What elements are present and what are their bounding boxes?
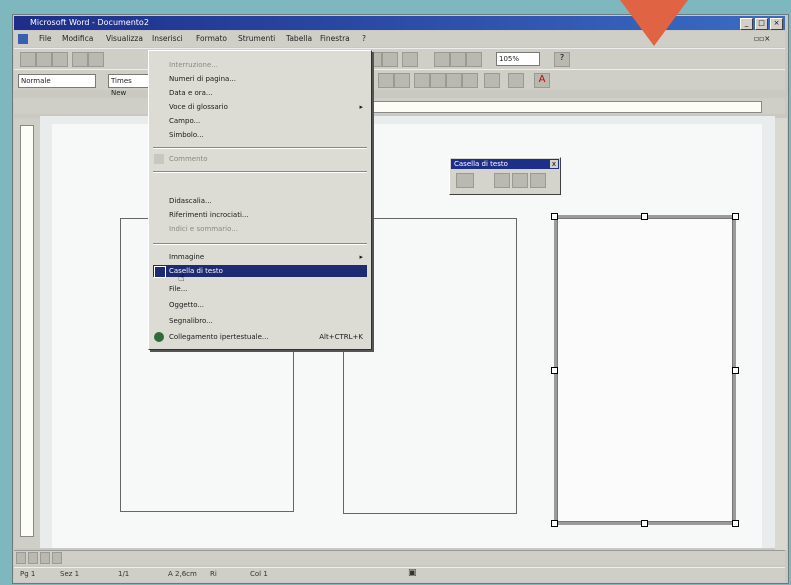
submenu-arrow-icon: ▸	[359, 103, 363, 111]
resize-handle[interactable]	[732, 367, 739, 374]
status-section: Sez 1	[60, 570, 80, 578]
align-justify-icon[interactable]	[394, 73, 410, 88]
menu-separator	[153, 147, 367, 149]
menu-item-oggetto[interactable]: Oggetto...	[153, 299, 367, 311]
globe-link-icon	[154, 332, 164, 342]
vertical-scrollbar[interactable]	[775, 118, 787, 550]
menu-separator	[153, 171, 367, 173]
font-select[interactable]: Times New	[108, 74, 150, 97]
menu-formato[interactable]: Formato	[196, 34, 227, 43]
menu-item-casella-testo[interactable]: Casella di testo	[153, 265, 367, 278]
pilcrow-icon[interactable]	[466, 52, 482, 67]
text-box-selected[interactable]	[554, 215, 736, 525]
standard-toolbar: 105% ?	[14, 48, 785, 69]
menu-item-data-ora[interactable]: Data e ora...	[153, 87, 367, 99]
menu-strumenti[interactable]: Strumenti	[238, 34, 275, 43]
menu-item-campo[interactable]: Campo...	[153, 115, 367, 127]
status-position: A 2,6cm	[168, 570, 197, 578]
previous-text-box-icon[interactable]	[512, 173, 528, 188]
menu-item-file[interactable]: File...	[153, 283, 367, 295]
style-select[interactable]: Normale	[18, 74, 96, 88]
menu-modifica[interactable]: Modifica	[62, 34, 93, 43]
menu-item-interruzione[interactable]: Interruzione...	[153, 59, 367, 71]
spelling-status-icon[interactable]: ▣	[408, 568, 417, 578]
document-icon[interactable]	[18, 34, 28, 44]
menu-item-immagine[interactable]: Immagine ▸	[153, 251, 367, 263]
maximize-button[interactable]: □	[755, 18, 768, 30]
document-map-icon[interactable]	[434, 52, 450, 67]
numbering-icon[interactable]	[414, 73, 430, 88]
resize-handle[interactable]	[641, 520, 648, 527]
menu-item-simbolo[interactable]: Simbolo...	[153, 129, 367, 141]
status-line: Ri	[210, 570, 217, 578]
menu-item-voce-glossario[interactable]: Voce di glossario ▸	[153, 101, 367, 113]
menu-finestra[interactable]: Finestra	[320, 34, 350, 43]
menu-separator	[153, 243, 367, 245]
status-page: Pg 1	[20, 570, 36, 578]
resize-handle[interactable]	[732, 520, 739, 527]
border-icon[interactable]	[484, 73, 500, 88]
status-pages: 1/1	[118, 570, 130, 578]
next-text-box-icon[interactable]	[530, 173, 546, 188]
print-icon[interactable]	[72, 52, 88, 67]
menu-item-collegamento[interactable]: Collegamento ipertestuale... Alt+CTRL+K	[153, 331, 367, 343]
menu-item-didascalia[interactable]: Didascalia...	[153, 195, 367, 207]
menu-item-numeri-pagina[interactable]: Numeri di pagina...	[153, 73, 367, 85]
resize-handle[interactable]	[551, 213, 558, 220]
normal-view-icon[interactable]	[16, 552, 26, 564]
decrease-indent-icon[interactable]	[446, 73, 462, 88]
zoom-select[interactable]: 105%	[496, 52, 540, 66]
annotation-arrow-icon	[620, 0, 688, 46]
window-title: Microsoft Word - Documento2	[30, 18, 149, 27]
new-document-icon[interactable]	[20, 52, 36, 67]
create-link-icon[interactable]	[456, 173, 474, 188]
resize-handle[interactable]	[551, 367, 558, 374]
mouse-pointer-icon: ☝	[178, 271, 185, 284]
menu-help[interactable]: ?	[362, 34, 366, 43]
close-button[interactable]: ×	[770, 18, 783, 30]
page-view-icon[interactable]	[40, 552, 50, 564]
font-color-icon[interactable]: A	[534, 73, 550, 88]
text-box-toolbar: Casella di testo x	[449, 157, 561, 195]
break-link-icon[interactable]	[494, 173, 510, 188]
submenu-arrow-icon: ▸	[359, 253, 363, 261]
save-icon[interactable]	[52, 52, 68, 67]
menu-item-commento[interactable]: Commento	[153, 153, 367, 165]
outline-view-icon[interactable]	[52, 552, 62, 564]
menu-file[interactable]: File	[39, 34, 52, 43]
menu-tabella[interactable]: Tabella	[286, 34, 312, 43]
status-column: Col 1	[250, 570, 268, 578]
menu-item-indici[interactable]: Indici e sommario...	[153, 223, 367, 235]
text-box-icon	[154, 266, 166, 278]
close-icon[interactable]: x	[550, 160, 558, 168]
insert-menu: Interruzione... Numeri di pagina... Data…	[148, 50, 372, 350]
open-folder-icon[interactable]	[36, 52, 52, 67]
increase-indent-icon[interactable]	[462, 73, 478, 88]
align-center-icon[interactable]	[378, 73, 394, 88]
resize-handle[interactable]	[641, 213, 648, 220]
drawing-icon[interactable]	[402, 52, 418, 67]
minimize-button[interactable]: _	[740, 18, 753, 30]
menu-visualizza[interactable]: Visualizza	[106, 34, 143, 43]
online-view-icon[interactable]	[28, 552, 38, 564]
print-preview-icon[interactable]	[88, 52, 104, 67]
comment-icon	[154, 154, 164, 164]
help-button[interactable]: ?	[554, 52, 570, 67]
horizontal-scrollbar[interactable]	[14, 550, 785, 565]
menu-inserisci[interactable]: Inserisci	[152, 34, 183, 43]
vertical-ruler-strip[interactable]	[20, 125, 34, 537]
doc-window-buttons[interactable]: ▫▫×	[754, 34, 770, 43]
bullets-icon[interactable]	[430, 73, 446, 88]
highlight-icon[interactable]	[508, 73, 524, 88]
resize-handle[interactable]	[732, 213, 739, 220]
menu-item-segnalibro[interactable]: Segnalibro...	[153, 315, 367, 327]
columns-icon[interactable]	[382, 52, 398, 67]
status-bar: Pg 1 Sez 1 1/1 A 2,6cm Ri Col 1 ▣	[14, 567, 785, 582]
resize-handle[interactable]	[551, 520, 558, 527]
formatting-toolbar: Normale Times New A	[14, 69, 785, 97]
menu-item-riferimenti[interactable]: Riferimenti incrociati...	[153, 209, 367, 221]
show-hide-icon[interactable]	[450, 52, 466, 67]
text-box-toolbar-title[interactable]: Casella di testo x	[451, 159, 559, 169]
